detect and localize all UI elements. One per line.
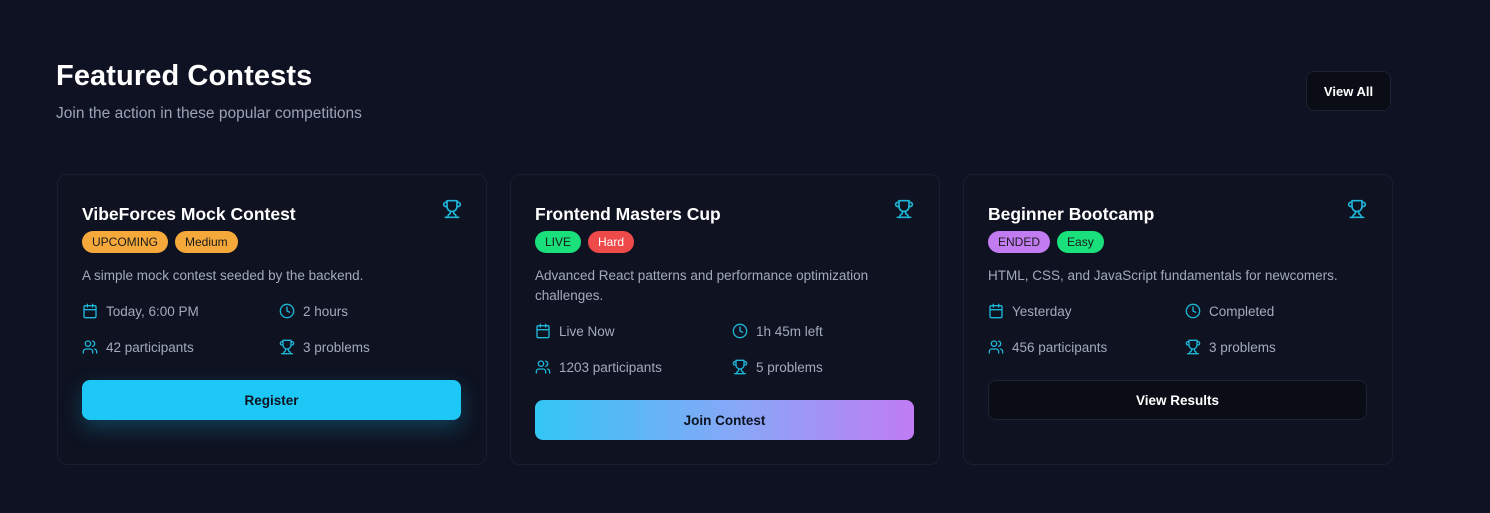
badge-group: LIVE Hard: [535, 231, 635, 253]
trophy-icon: [1185, 339, 1201, 355]
meta-duration-text: 1h 45m left: [756, 323, 823, 339]
meta-duration: 1h 45m left: [732, 323, 823, 339]
meta-problems-text: 5 problems: [756, 359, 823, 375]
contest-description: HTML, CSS, and JavaScript fundamentals f…: [988, 268, 1338, 283]
meta-duration: 2 hours: [279, 303, 348, 319]
meta-problems-text: 3 problems: [1209, 339, 1276, 355]
meta-participants: 456 participants: [988, 339, 1107, 355]
meta-duration: Completed: [1185, 303, 1274, 319]
meta-date-text: Today, 6:00 PM: [106, 303, 199, 319]
contest-title[interactable]: Beginner Bootcamp: [988, 204, 1154, 225]
view-all-button[interactable]: View All: [1306, 71, 1391, 111]
section-header: Featured Contests Join the action in the…: [56, 60, 362, 123]
meta-participants-text: 1203 participants: [559, 359, 662, 375]
contest-description: Advanced React patterns and performance …: [535, 268, 869, 303]
meta-participants: 42 participants: [82, 339, 194, 355]
meta-participants: 1203 participants: [535, 359, 662, 375]
meta-duration-text: 2 hours: [303, 303, 349, 319]
status-badge: LIVE: [535, 231, 582, 253]
meta-date-text: Yesterday: [1012, 303, 1072, 319]
trophy-icon: [894, 199, 914, 219]
register-button[interactable]: Register: [82, 380, 461, 420]
difficulty-badge: Medium: [175, 231, 238, 253]
users-icon: [988, 340, 1004, 354]
trophy-icon: [279, 339, 295, 355]
clock-icon: [1185, 303, 1201, 319]
calendar-icon: [989, 303, 1003, 319]
meta-participants-text: 42 participants: [106, 339, 194, 355]
meta-problems-text: 3 problems: [303, 339, 370, 355]
section-title: Featured Contests: [56, 60, 313, 92]
contest-description: A simple mock contest seeded by the back…: [82, 268, 364, 283]
status-badge: UPCOMING: [82, 231, 168, 253]
contest-title[interactable]: Frontend Masters Cup: [535, 204, 721, 225]
meta-date: Today, 6:00 PM: [82, 303, 199, 319]
users-icon: [82, 340, 98, 354]
join-contest-button[interactable]: Join Contest: [535, 400, 914, 440]
users-icon: [535, 360, 551, 374]
calendar-icon: [83, 303, 97, 319]
meta-date-text: Live Now: [559, 323, 615, 339]
contest-card: VibeForces Mock Contest UPCOMING Medium …: [57, 174, 487, 465]
calendar-icon: [536, 323, 550, 339]
difficulty-badge: Easy: [1057, 231, 1104, 253]
contest-card: Frontend Masters Cup LIVE Hard Advanced …: [510, 174, 940, 465]
clock-icon: [732, 323, 748, 339]
view-results-button[interactable]: View Results: [988, 380, 1367, 420]
trophy-icon: [732, 359, 748, 375]
badge-group: ENDED Easy: [988, 231, 1104, 253]
trophy-icon: [442, 199, 462, 219]
meta-problems: 5 problems: [732, 359, 823, 375]
meta-problems: 3 problems: [279, 339, 370, 355]
section-subtitle: Join the action in these popular competi…: [56, 105, 362, 122]
meta-date: Live Now: [535, 323, 615, 339]
status-badge: ENDED: [988, 231, 1051, 253]
meta-problems: 3 problems: [1185, 339, 1276, 355]
badge-group: UPCOMING Medium: [82, 231, 238, 253]
contest-card: Beginner Bootcamp ENDED Easy HTML, CSS, …: [963, 174, 1393, 465]
contest-title[interactable]: VibeForces Mock Contest: [82, 204, 296, 225]
difficulty-badge: Hard: [588, 231, 635, 253]
meta-participants-text: 456 participants: [1012, 339, 1108, 355]
clock-icon: [279, 303, 295, 319]
trophy-icon: [1347, 199, 1367, 219]
meta-date: Yesterday: [988, 303, 1072, 319]
meta-duration-text: Completed: [1209, 303, 1275, 319]
